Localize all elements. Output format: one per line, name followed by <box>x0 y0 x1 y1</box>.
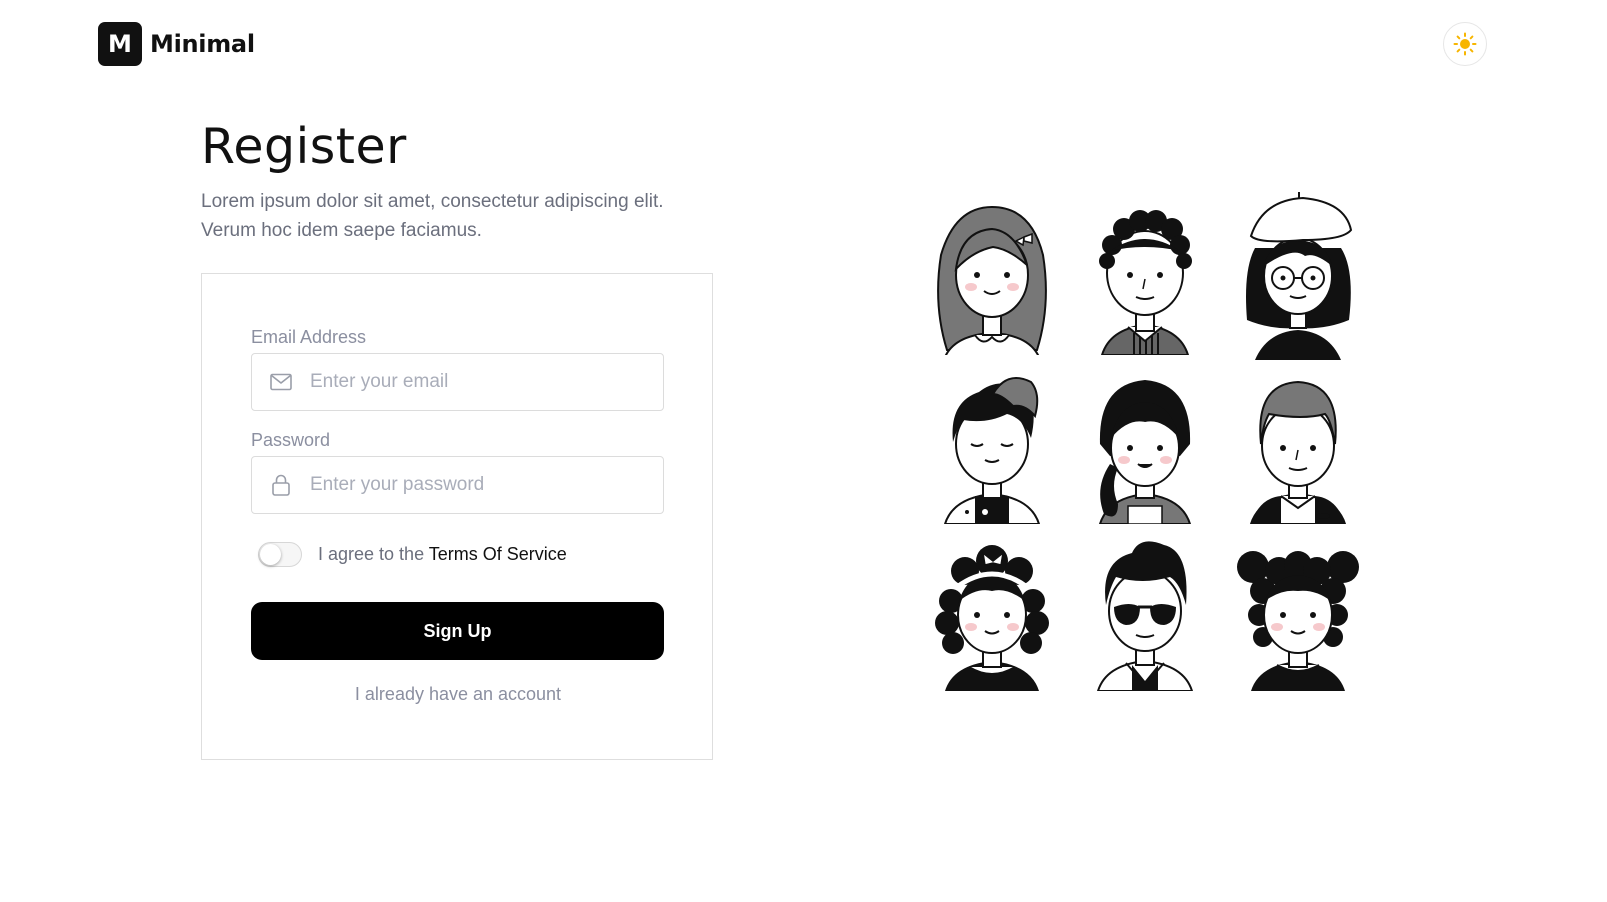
register-card: Email Address Password I agree to the Te… <box>201 273 713 760</box>
terms-toggle[interactable] <box>258 542 302 567</box>
password-label: Password <box>251 430 331 450</box>
login-link[interactable]: I already have an account <box>202 684 714 705</box>
sun-icon <box>1453 32 1477 56</box>
terms-text: I agree to the Terms Of Service <box>318 544 567 565</box>
avatar-curly-boy <box>1068 190 1221 360</box>
brand-name: Minimal <box>150 30 255 58</box>
avatar-puff-girl <box>1222 528 1375 696</box>
logo-mark: M <box>98 22 142 66</box>
email-field[interactable] <box>251 353 664 411</box>
terms-prefix: I agree to the <box>318 544 425 564</box>
password-input[interactable] <box>310 465 640 505</box>
avatar-winking-boy <box>915 360 1068 528</box>
lock-icon <box>252 456 310 514</box>
avatar-headband-girl <box>915 528 1068 696</box>
theme-toggle-button[interactable] <box>1443 22 1487 66</box>
avatars-illustration <box>915 190 1375 695</box>
email-input[interactable] <box>310 362 640 402</box>
avatar-sunglasses-boy <box>1068 528 1221 696</box>
subtitle-line-2: Verum hoc idem saepe faciamus. <box>201 220 482 241</box>
brand-logo[interactable]: M Minimal <box>98 22 255 66</box>
terms-agreement: I agree to the Terms Of Service <box>258 542 567 567</box>
avatar-girl-bow <box>915 190 1068 360</box>
toggle-knob <box>260 544 281 565</box>
avatar-ponytail-girl <box>1068 360 1221 528</box>
avatar-beret-woman <box>1222 190 1375 360</box>
subtitle-line-1: Lorem ipsum dolor sit amet, consectetur … <box>201 191 664 212</box>
terms-link[interactable]: Terms Of Service <box>429 544 567 564</box>
sign-up-button[interactable]: Sign Up <box>251 602 664 660</box>
avatar-grey-hair-man <box>1222 360 1375 528</box>
page-title: Register <box>201 118 407 175</box>
logo-mark-letter: M <box>108 30 132 58</box>
mail-icon <box>252 353 310 411</box>
email-label: Email Address <box>251 327 367 347</box>
page-subtitle: Lorem ipsum dolor sit amet, consectetur … <box>201 187 721 245</box>
password-field[interactable] <box>251 456 664 514</box>
